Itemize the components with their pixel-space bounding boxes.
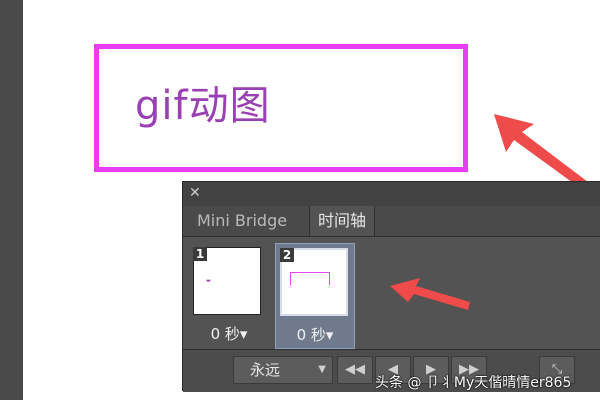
canvas-highlight-box: gif动图	[94, 44, 468, 172]
tab-timeline[interactable]: 时间轴	[309, 206, 376, 236]
frame-1[interactable]: ▬ 1 0 秒▾	[189, 243, 269, 349]
chevron-down-icon: ▼	[318, 364, 326, 375]
panel-titlebar: ✕	[183, 182, 600, 207]
annotation-arrow-frame	[390, 278, 470, 310]
loop-options-select[interactable]: 永远 ▼	[233, 356, 333, 384]
loop-value: 永远	[250, 361, 281, 379]
thumbnail-mini-box	[290, 272, 330, 285]
frame-2-selected[interactable]: 2 0 秒▾	[275, 243, 355, 349]
annotation-arrow-canvas	[494, 114, 588, 188]
close-icon[interactable]: ✕	[189, 186, 203, 200]
panel-tabbar: Mini Bridge 时间轴	[183, 206, 600, 237]
first-frame-icon[interactable]: ◀◀	[337, 356, 373, 384]
watermark: 头条 @ 卩丬My天偕晴情er865	[375, 375, 572, 391]
left-dark-strip	[0, 0, 23, 400]
frame-delay[interactable]: 0 秒▾	[276, 324, 354, 345]
frame-number: 2	[280, 248, 294, 262]
frame-number: 1	[193, 247, 207, 261]
frame-delay[interactable]: 0 秒▾	[189, 323, 269, 344]
thumbnail-mini-text: ▬	[206, 278, 211, 284]
tab-mini-bridge[interactable]: Mini Bridge	[189, 206, 295, 236]
canvas-text: gif动图	[135, 83, 271, 129]
